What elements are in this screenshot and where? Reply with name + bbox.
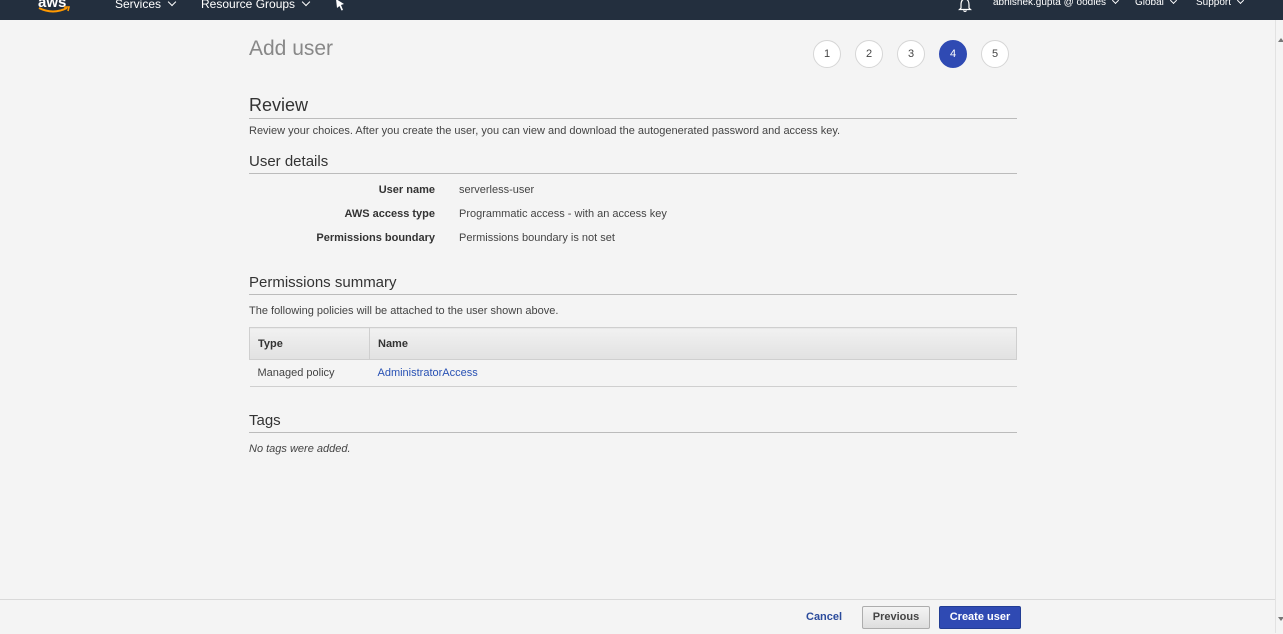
chevron-down-icon [167, 0, 177, 7]
access-type-value: Programmatic access - with an access key [459, 208, 667, 220]
permissions-summary-heading: Permissions summary [249, 274, 397, 291]
chevron-down-icon [301, 0, 311, 7]
step-4[interactable]: 4 [939, 40, 967, 68]
services-menu-label: Services [115, 0, 162, 11]
policy-name-link[interactable]: AdministratorAccess [369, 359, 1017, 387]
bell-icon[interactable] [958, 0, 972, 13]
resource-groups-menu[interactable]: Resource Groups [201, 0, 311, 11]
step-3[interactable]: 3 [897, 40, 925, 68]
account-menu-label: abhishek.gupta @ oodles [993, 0, 1107, 8]
page-title: Add user [249, 37, 334, 60]
access-type-label: AWS access type [344, 208, 436, 220]
step-2[interactable]: 2 [855, 40, 883, 68]
create-user-button[interactable]: Create user [939, 606, 1021, 629]
region-menu[interactable]: Global [1135, 0, 1177, 8]
previous-button[interactable]: Previous [862, 606, 930, 629]
step-1[interactable]: 1 [813, 40, 841, 68]
top-nav-bar: aws Services Resource Groups abhishek.gu… [0, 0, 1283, 20]
review-description: Review your choices. After you create th… [249, 125, 841, 137]
divider [249, 432, 1017, 433]
vertical-scrollbar[interactable] [1275, 20, 1283, 633]
permissions-table: Type Name Managed policy AdministratorAc… [249, 327, 1017, 387]
support-menu-label: Support [1196, 0, 1232, 8]
permissions-description: The following policies will be attached … [249, 305, 559, 317]
region-menu-label: Global [1135, 0, 1164, 8]
chevron-down-icon [1111, 0, 1120, 5]
chevron-down-icon [1169, 0, 1177, 5]
column-header-name[interactable]: Name [369, 327, 1017, 360]
wizard-footer [0, 599, 1275, 634]
divider [249, 294, 1017, 295]
divider [249, 118, 1017, 119]
support-menu[interactable]: Support [1196, 0, 1245, 8]
account-menu[interactable]: abhishek.gupta @ oodles [993, 0, 1120, 8]
table-header-row: Type Name [249, 327, 1017, 360]
policy-type-cell: Managed policy [249, 359, 370, 387]
aws-logo[interactable]: aws [38, 0, 72, 20]
permissions-boundary-label: Permissions boundary [316, 232, 435, 244]
aws-smile-icon [38, 6, 70, 13]
divider [249, 173, 1017, 174]
review-heading: Review [249, 95, 309, 115]
column-header-type[interactable]: Type [249, 327, 370, 360]
services-menu[interactable]: Services [115, 0, 177, 11]
tags-heading: Tags [249, 412, 281, 429]
chevron-down-icon [1236, 0, 1245, 5]
user-name-value: serverless-user [459, 184, 535, 196]
scroll-down-icon[interactable] [1278, 617, 1283, 621]
scroll-up-icon[interactable] [1278, 38, 1283, 42]
user-name-label: User name [378, 184, 435, 196]
pin-icon[interactable] [334, 0, 346, 12]
permissions-boundary-value: Permissions boundary is not set [459, 232, 615, 244]
cancel-button[interactable]: Cancel [806, 611, 842, 623]
resource-groups-menu-label: Resource Groups [201, 0, 296, 11]
user-details-heading: User details [249, 153, 329, 170]
step-5[interactable]: 5 [981, 40, 1009, 68]
table-row: Managed policy AdministratorAccess [249, 359, 1017, 387]
tags-empty-message: No tags were added. [249, 443, 351, 455]
